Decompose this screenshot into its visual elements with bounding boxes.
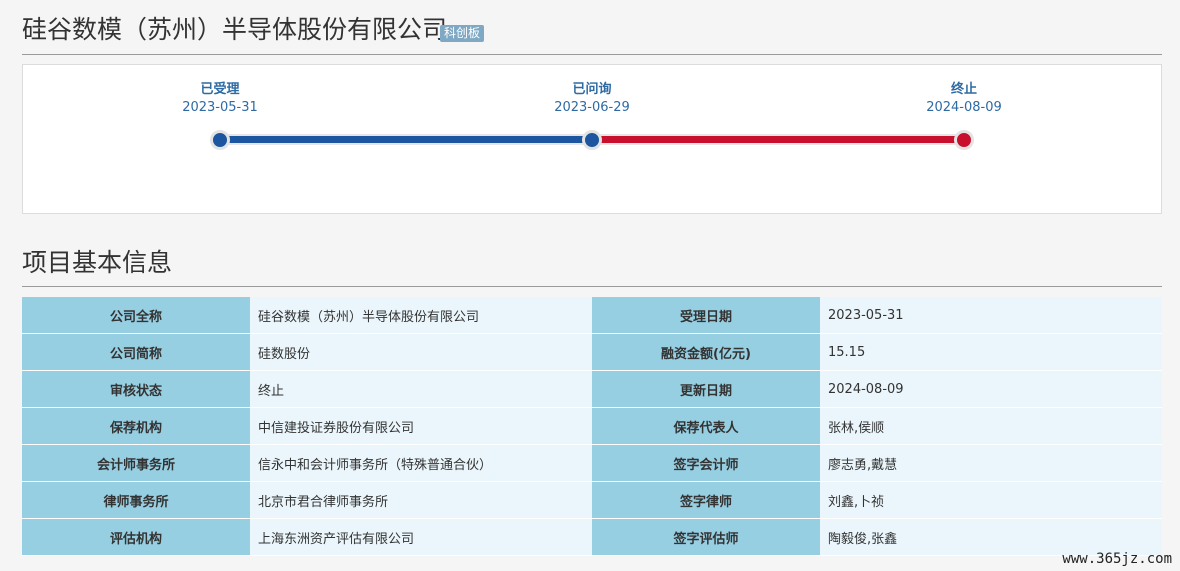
step-date: 2023-06-29 bbox=[554, 100, 630, 115]
field-label: 会计师事务所 bbox=[22, 444, 250, 482]
field-value: 北京市君合律师事务所 bbox=[250, 481, 592, 519]
step-label: 已问询 bbox=[572, 82, 612, 97]
table-row: 会计师事务所 信永中和会计师事务所（特殊普通合伙） 签字会计师 廖志勇,戴慧 bbox=[22, 444, 1162, 482]
field-label: 签字律师 bbox=[592, 481, 820, 519]
board-badge: 科创板 bbox=[440, 25, 485, 42]
field-label: 受理日期 bbox=[592, 297, 820, 334]
table-row: 律师事务所 北京市君合律师事务所 签字律师 刘鑫,卜祯 bbox=[22, 481, 1162, 519]
timeline-step-inquired: 已问询 2023-06-29 bbox=[522, 81, 662, 117]
company-name: 硅谷数模（苏州）半导体股份有限公司 bbox=[22, 15, 448, 44]
table-row: 审核状态 终止 更新日期 2024-08-09 bbox=[22, 370, 1162, 408]
step-label: 已受理 bbox=[200, 82, 240, 97]
step-date: 2024-08-09 bbox=[926, 100, 1002, 115]
field-value: 陶毅俊,张鑫 bbox=[820, 518, 1162, 556]
field-value: 信永中和会计师事务所（特殊普通合伙） bbox=[250, 444, 592, 482]
field-label: 评估机构 bbox=[22, 518, 250, 556]
field-label: 律师事务所 bbox=[22, 481, 250, 519]
step-date: 2023-05-31 bbox=[182, 100, 258, 115]
field-value: 2023-05-31 bbox=[820, 297, 1162, 334]
timeline-dot-terminated bbox=[954, 130, 974, 150]
field-label: 更新日期 bbox=[592, 370, 820, 408]
field-label: 公司全称 bbox=[22, 297, 250, 334]
table-row: 公司全称 硅谷数模（苏州）半导体股份有限公司 受理日期 2023-05-31 bbox=[22, 297, 1162, 334]
progress-track-terminated bbox=[589, 134, 968, 145]
field-value: 硅数股份 bbox=[250, 333, 592, 371]
timeline-step-terminated: 终止 2024-08-09 bbox=[894, 81, 1034, 117]
timeline-step-accepted: 已受理 2023-05-31 bbox=[150, 81, 290, 117]
field-value: 终止 bbox=[250, 370, 592, 408]
field-value: 上海东洲资产评估有限公司 bbox=[250, 518, 592, 556]
field-label: 审核状态 bbox=[22, 370, 250, 408]
project-info-table: 公司全称 硅谷数模（苏州）半导体股份有限公司 受理日期 2023-05-31 公… bbox=[22, 297, 1162, 556]
company-header: 硅谷数模（苏州）半导体股份有限公司 科创板 bbox=[22, 0, 1162, 55]
timeline-dot-inquired bbox=[582, 130, 602, 150]
field-value: 15.15 bbox=[820, 333, 1162, 371]
timeline-dot-accepted bbox=[210, 130, 230, 150]
step-label: 终止 bbox=[950, 82, 977, 97]
field-label: 保荐机构 bbox=[22, 407, 250, 445]
field-value: 刘鑫,卜祯 bbox=[820, 481, 1162, 519]
field-value: 廖志勇,戴慧 bbox=[820, 444, 1162, 482]
field-label: 融资金额(亿元) bbox=[592, 333, 820, 371]
field-value: 张林,侯顺 bbox=[820, 407, 1162, 445]
field-label: 签字会计师 bbox=[592, 444, 820, 482]
site-watermark: www.365jz.com bbox=[1062, 551, 1172, 567]
section-title: 项目基本信息 bbox=[22, 246, 1162, 287]
table-row: 公司简称 硅数股份 融资金额(亿元) 15.15 bbox=[22, 333, 1162, 371]
field-label: 保荐代表人 bbox=[592, 407, 820, 445]
field-value: 硅谷数模（苏州）半导体股份有限公司 bbox=[250, 297, 592, 334]
field-label: 公司简称 bbox=[22, 333, 250, 371]
field-value: 2024-08-09 bbox=[820, 370, 1162, 408]
table-row: 评估机构 上海东洲资产评估有限公司 签字评估师 陶毅俊,张鑫 bbox=[22, 518, 1162, 556]
field-label: 签字评估师 bbox=[592, 518, 820, 556]
review-progress-timeline: 已受理 2023-05-31 已问询 2023-06-29 终止 2024-08… bbox=[22, 64, 1162, 214]
field-value: 中信建投证券股份有限公司 bbox=[250, 407, 592, 445]
progress-track-completed bbox=[215, 134, 594, 145]
table-row: 保荐机构 中信建投证券股份有限公司 保荐代表人 张林,侯顺 bbox=[22, 407, 1162, 445]
